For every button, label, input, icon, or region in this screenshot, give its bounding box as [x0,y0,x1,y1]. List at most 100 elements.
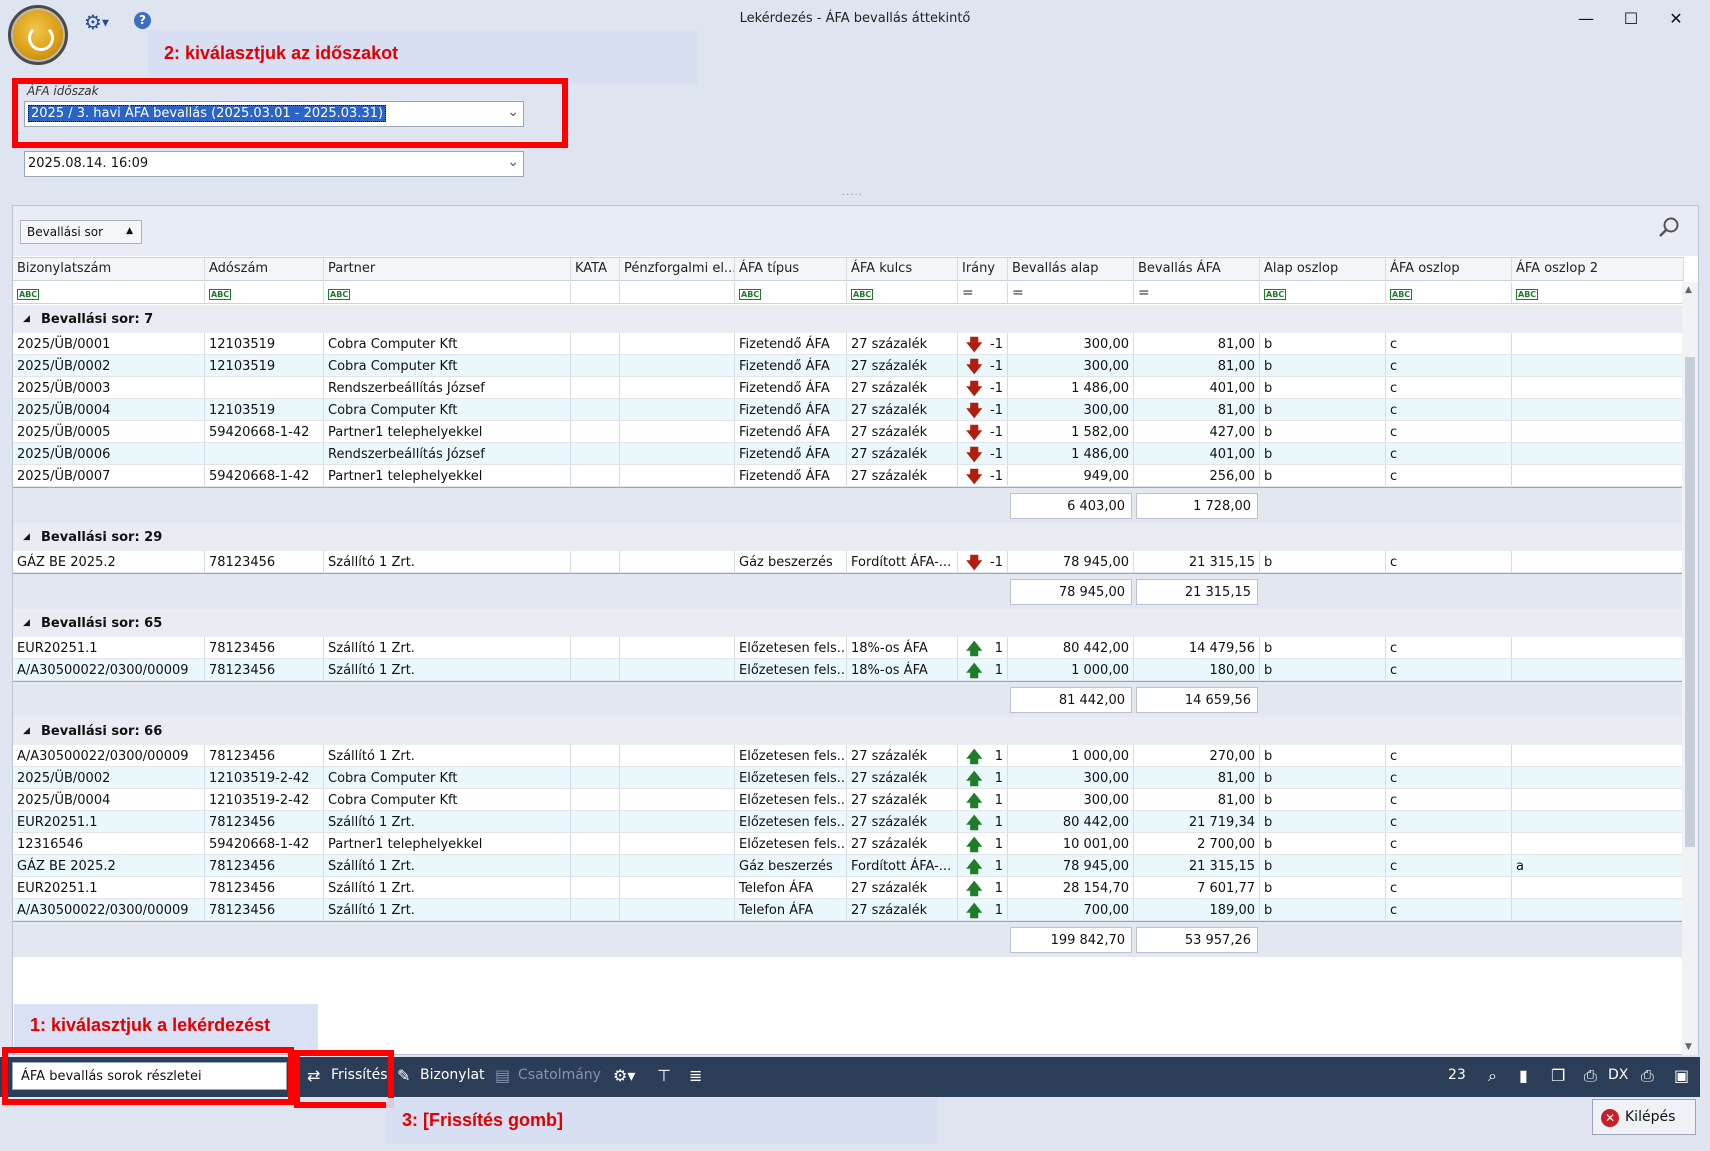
equals-filter-icon: = [1012,285,1024,301]
filter-cell[interactable]: = [1008,282,1134,303]
table-cell [571,767,620,788]
dx-label[interactable]: DX [1608,1067,1628,1083]
group-header[interactable]: ◢ Bevallási sor: 65 [13,609,1684,637]
table-row[interactable]: 2025/ÜB/0004 12103519 Cobra Computer Kft Fi… [13,399,1684,421]
table-cell [571,465,620,486]
table-row[interactable]: EUR20251.1 78123456 Szállító 1 Zrt. Telefon… [13,877,1684,899]
copy-icon[interactable]: ❐ [1551,1066,1565,1085]
column-header[interactable]: Bevallás ÁFA [1134,258,1260,280]
table-cell [571,789,620,810]
scrollbar-thumb[interactable] [1685,357,1695,847]
table-row[interactable]: 2025/ÜB/0003 Rendszerbeállítás József Fize… [13,377,1684,399]
column-header[interactable]: Pénzforgalmi el... [620,258,735,280]
group-chip[interactable]: Bevallási sor ▲ [20,220,142,244]
list-icon[interactable]: ≣ [689,1066,702,1085]
filter-cell[interactable]: ABC [735,282,847,303]
minimize-button[interactable]: — [1571,6,1601,32]
gear-icon[interactable]: ⚙▾ [613,1066,635,1085]
direction-cell: 🡅 1 [958,789,1008,810]
chart-icon[interactable]: ▮ [1519,1066,1528,1085]
direction-value: -1 [990,359,1003,374]
table-cell: c [1386,877,1512,898]
filter-cell[interactable]: ABC [1386,282,1512,303]
table-row[interactable]: 2025/ÜB/0004 12103519-2-42 Cobra Computer … [13,789,1684,811]
filter-cell[interactable] [571,282,620,303]
table-cell [620,421,735,442]
exit-button[interactable]: ✕ Kilépés [1592,1099,1696,1135]
table-row[interactable]: 2025/ÜB/0005 59420668-1-42 Partner1 teleph… [13,421,1684,443]
collapse-triangle-icon[interactable]: ◢ [23,314,30,324]
table-row[interactable]: 2025/ÜB/0007 59420668-1-42 Partner1 teleph… [13,465,1684,487]
column-header[interactable]: Adószám [205,258,324,280]
table-row[interactable]: 2025/ÜB/0002 12103519-2-42 Cobra Computer … [13,767,1684,789]
table-row[interactable]: 2025/ÜB/0001 12103519 Cobra Computer Kft Fi… [13,333,1684,355]
column-header[interactable]: Alap oszlop [1260,258,1386,280]
table-row[interactable]: GÁZ BE 2025.2 78123456 Szállító 1 Zrt. Gáz … [13,855,1684,877]
annotation-step3-box: 3: [Frissítés gomb] [386,1098,938,1144]
filter-cell[interactable]: ABC [205,282,324,303]
column-header[interactable]: ÁFA oszlop [1386,258,1512,280]
collapse-triangle-icon[interactable]: ◢ [23,618,30,628]
collapse-triangle-icon[interactable]: ◢ [23,726,30,736]
filter-cell[interactable]: ABC [1512,282,1684,303]
document-button[interactable]: Bizonylat [420,1067,485,1083]
column-header[interactable]: Partner [324,258,571,280]
table-row[interactable]: A/A30500022/0300/00009 78123456 Szállító 1… [13,745,1684,767]
save-icon[interactable]: ▣ [1674,1066,1689,1085]
vertical-scrollbar[interactable]: ▲ ▼ [1682,282,1698,1055]
arrow-up-icon: 🡅 [966,857,983,876]
table-row[interactable]: 2025/ÜB/0002 12103519 Cobra Computer Kft Fi… [13,355,1684,377]
table-row[interactable]: A/A30500022/0300/00009 78123456 Szállító 1… [13,659,1684,681]
filter-cell[interactable]: ABC [13,282,205,303]
print-dx-icon[interactable]: ⎙ [1584,1066,1597,1086]
tree-icon[interactable]: ⊤ [657,1066,671,1085]
print-icon[interactable]: ⎙ [1641,1066,1654,1086]
scroll-down-icon[interactable]: ▼ [1685,1042,1692,1052]
table-cell: Partner1 telephelyekkel [324,421,571,442]
filter-cell[interactable] [620,282,735,303]
preview-icon[interactable]: ⌕ [1488,1066,1497,1086]
table-cell: 1 486,00 [1008,443,1134,464]
table-cell [571,443,620,464]
search-icon[interactable] [1658,216,1680,238]
table-row[interactable]: 12316546 59420668-1-42 Partner1 telephelye… [13,833,1684,855]
column-header[interactable]: Bevallás alap [1008,258,1134,280]
table-row[interactable]: GÁZ BE 2025.2 78123456 Szállító 1 Zrt. Gáz … [13,551,1684,573]
edit-document-icon[interactable]: ✎ [397,1066,410,1085]
table-row[interactable]: EUR20251.1 78123456 Szállító 1 Zrt. Előzete… [13,637,1684,659]
table-cell: Fizetendő ÁFA [735,465,847,486]
app-logo[interactable] [8,5,68,65]
group-header[interactable]: ◢ Bevallási sor: 66 [13,717,1684,745]
table-cell [571,637,620,658]
filter-cell[interactable]: ABC [1260,282,1386,303]
close-button[interactable]: ✕ [1661,6,1691,32]
filter-cell[interactable]: = [958,282,1008,303]
table-row[interactable]: A/A30500022/0300/00009 78123456 Szállító 1… [13,899,1684,921]
column-header[interactable]: Irány [958,258,1008,280]
chevron-down-icon[interactable]: ⌄ [507,154,519,170]
direction-value: -1 [990,447,1003,462]
group-header[interactable]: ◢ Bevallási sor: 7 [13,305,1684,333]
table-cell: b [1260,333,1386,354]
table-row[interactable]: 2025/ÜB/0006 Rendszerbeállítás József Fize… [13,443,1684,465]
filter-cell[interactable]: ABC [847,282,958,303]
column-header[interactable]: Bizonylatszám [13,258,205,280]
table-cell [571,377,620,398]
table-cell: Előzetesen fels... [735,745,847,766]
table-cell: Gáz beszerzés [735,551,847,572]
table-cell: Cobra Computer Kft [324,333,571,354]
column-header[interactable]: ÁFA kulcs [847,258,958,280]
group-header[interactable]: ◢ Bevallási sor: 29 [13,523,1684,551]
column-header[interactable]: ÁFA oszlop 2 [1512,258,1684,280]
collapse-triangle-icon[interactable]: ◢ [23,532,30,542]
date-combo[interactable]: 2025.08.14. 16:09 ⌄ [24,151,524,177]
filter-cell[interactable]: = [1134,282,1260,303]
column-header[interactable]: KATA [571,258,620,280]
maximize-button[interactable]: ☐ [1616,6,1646,32]
table-cell: c [1386,659,1512,680]
filter-cell[interactable]: ABC [324,282,571,303]
table-row[interactable]: EUR20251.1 78123456 Szállító 1 Zrt. Előzete… [13,811,1684,833]
scroll-up-icon[interactable]: ▲ [1685,285,1692,295]
column-header[interactable]: ÁFA típus [735,258,847,280]
splitter-handle[interactable]: ····· [842,190,863,201]
